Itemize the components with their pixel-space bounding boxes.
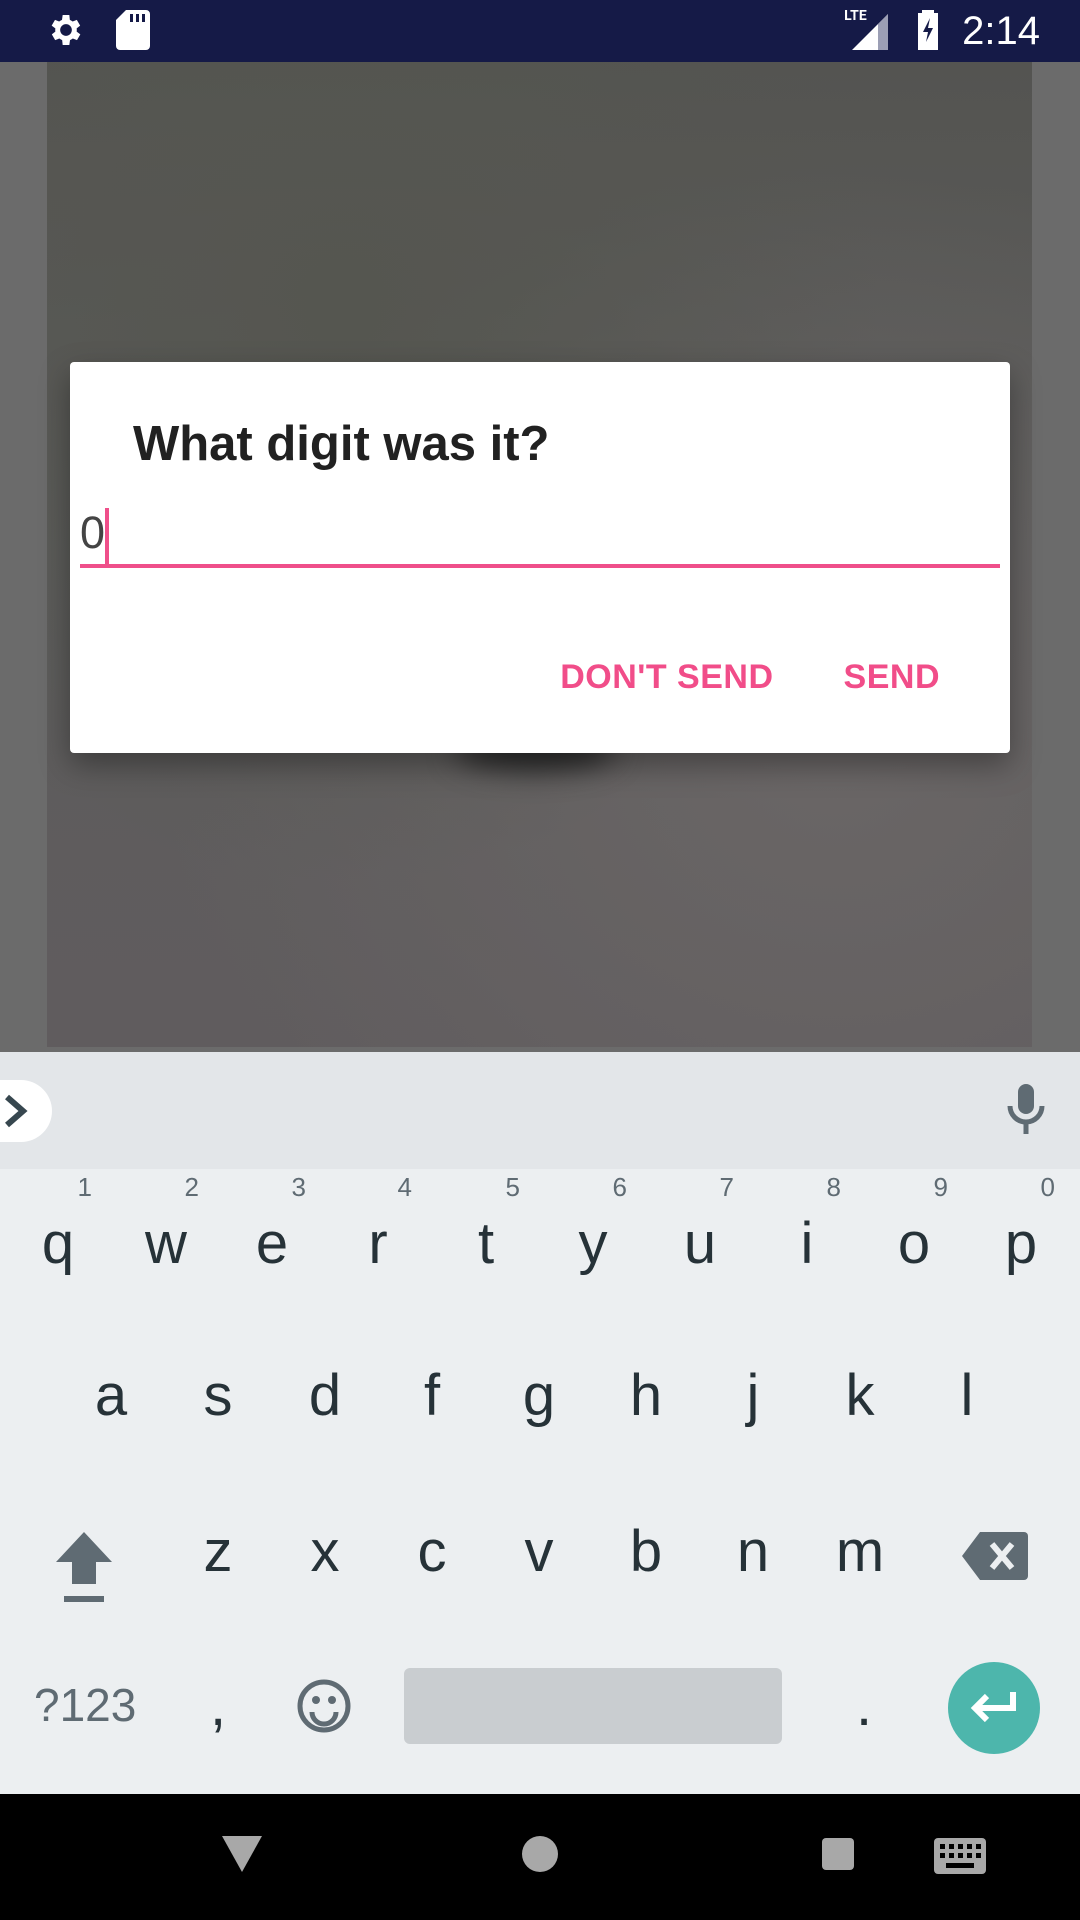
back-icon[interactable] bbox=[222, 1836, 262, 1876]
keyboard-toolbar bbox=[0, 1052, 1080, 1169]
key-letter: y bbox=[578, 1211, 608, 1276]
navigation-bar bbox=[0, 1794, 1080, 1920]
comma-key[interactable]: , bbox=[206, 1672, 230, 1739]
key-s[interactable]: s bbox=[198, 1362, 238, 1429]
key-t[interactable]: t5 bbox=[466, 1172, 520, 1277]
key-u[interactable]: u7 bbox=[680, 1172, 734, 1277]
digit-dialog: What digit was it? DON'T SEND SEND bbox=[70, 362, 1010, 753]
keyboard-switch-icon[interactable] bbox=[934, 1838, 986, 1878]
key-hint-number: 4 bbox=[397, 1172, 412, 1202]
key-i[interactable]: i8 bbox=[787, 1172, 841, 1277]
key-z[interactable]: z bbox=[192, 1518, 244, 1585]
key-v[interactable]: v bbox=[513, 1518, 565, 1585]
key-hint-number: 2 bbox=[184, 1172, 199, 1202]
key-q[interactable]: q1 bbox=[38, 1172, 92, 1277]
key-g[interactable]: g bbox=[519, 1362, 559, 1429]
key-hint-number: 9 bbox=[933, 1172, 948, 1202]
key-letter: p bbox=[1004, 1211, 1038, 1276]
key-hint-number: 1 bbox=[77, 1172, 92, 1202]
dont-send-button[interactable]: DON'T SEND bbox=[560, 658, 773, 697]
symbols-key[interactable]: ?123 bbox=[34, 1678, 136, 1732]
key-r[interactable]: r4 bbox=[358, 1172, 412, 1277]
enter-icon bbox=[970, 1692, 1016, 1723]
key-letter: w bbox=[145, 1211, 187, 1276]
chevron-right-icon bbox=[5, 1094, 28, 1128]
key-b[interactable]: b bbox=[620, 1518, 672, 1585]
expand-suggestions-button[interactable] bbox=[0, 1080, 52, 1142]
shift-icon bbox=[56, 1532, 112, 1602]
text-caret bbox=[105, 508, 109, 564]
key-o[interactable]: o9 bbox=[894, 1172, 948, 1277]
emoji-icon bbox=[297, 1679, 351, 1733]
key-hint-number: 7 bbox=[719, 1172, 734, 1202]
key-e[interactable]: e3 bbox=[252, 1172, 306, 1277]
key-w[interactable]: w2 bbox=[145, 1172, 199, 1277]
key-d[interactable]: d bbox=[305, 1362, 345, 1429]
key-h[interactable]: h bbox=[626, 1362, 666, 1429]
spacebar[interactable] bbox=[404, 1668, 782, 1744]
key-k[interactable]: k bbox=[840, 1362, 880, 1429]
recents-icon[interactable] bbox=[822, 1838, 854, 1874]
key-letter: q bbox=[41, 1211, 75, 1276]
key-hint-number: 6 bbox=[612, 1172, 627, 1202]
key-hint-number: 5 bbox=[505, 1172, 520, 1202]
key-j[interactable]: j bbox=[733, 1362, 773, 1429]
sd-card-icon bbox=[116, 10, 150, 54]
mic-icon bbox=[1007, 1084, 1045, 1134]
key-hint-number: 3 bbox=[291, 1172, 306, 1202]
mic-button[interactable] bbox=[1006, 1084, 1046, 1140]
key-y[interactable]: y6 bbox=[573, 1172, 628, 1277]
key-n[interactable]: n bbox=[727, 1518, 779, 1585]
key-letter: o bbox=[897, 1211, 931, 1276]
digit-input[interactable] bbox=[80, 502, 1000, 568]
gear-icon bbox=[46, 10, 86, 54]
key-letter: t bbox=[477, 1211, 495, 1276]
backspace-key[interactable] bbox=[962, 1532, 1028, 1585]
emoji-key[interactable] bbox=[296, 1678, 352, 1739]
period-key[interactable]: . bbox=[852, 1672, 876, 1739]
dialog-actions: DON'T SEND SEND bbox=[560, 658, 940, 697]
key-a[interactable]: a bbox=[91, 1362, 131, 1429]
enter-key[interactable] bbox=[948, 1662, 1040, 1754]
home-icon[interactable] bbox=[522, 1836, 558, 1876]
key-hint-number: 8 bbox=[826, 1172, 841, 1202]
battery-charging-icon bbox=[916, 8, 940, 54]
key-x[interactable]: x bbox=[299, 1518, 351, 1585]
key-letter: e bbox=[255, 1211, 289, 1276]
key-letter: i bbox=[800, 1211, 814, 1276]
shift-key[interactable] bbox=[52, 1528, 116, 1609]
key-m[interactable]: m bbox=[834, 1518, 886, 1585]
status-time: 2:14 bbox=[962, 8, 1040, 53]
key-c[interactable]: c bbox=[406, 1518, 458, 1585]
status-bar: LTE 2:14 bbox=[0, 0, 1080, 62]
lte-signal-icon: LTE bbox=[844, 8, 894, 54]
key-p[interactable]: p0 bbox=[1001, 1172, 1055, 1277]
backspace-icon bbox=[962, 1532, 1028, 1580]
key-letter: u bbox=[683, 1211, 717, 1276]
dialog-title: What digit was it? bbox=[133, 417, 550, 471]
key-hint-number: 0 bbox=[1040, 1172, 1055, 1202]
key-l[interactable]: l bbox=[947, 1362, 987, 1429]
send-button[interactable]: SEND bbox=[844, 658, 940, 697]
key-f[interactable]: f bbox=[412, 1362, 452, 1429]
key-letter: r bbox=[368, 1211, 388, 1276]
